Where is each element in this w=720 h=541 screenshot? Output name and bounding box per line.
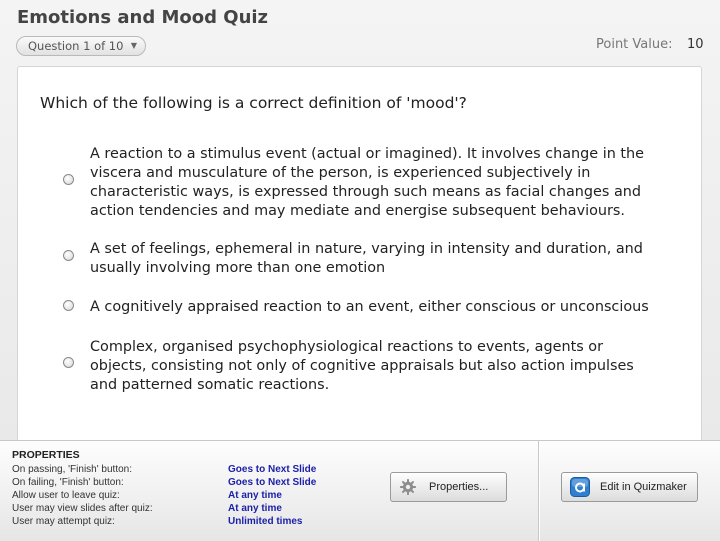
properties-panel: PROPERTIES On passing, 'Finish' button: … <box>0 440 720 541</box>
property-value: At any time <box>228 490 282 501</box>
edit-in-quizmaker-label: Edit in Quizmaker <box>600 481 687 493</box>
radio-button-3[interactable] <box>63 300 74 311</box>
chevron-down-icon: ▼ <box>130 41 137 50</box>
answer-choice-text: A cognitively appraised reaction to an e… <box>90 299 649 315</box>
property-value: At any time <box>228 503 282 514</box>
point-value-label: Point Value: <box>596 37 673 52</box>
answer-choice-text: Complex, organised psychophysiological r… <box>90 339 634 393</box>
point-value: 10 <box>687 37 704 52</box>
answer-choice-text: A reaction to a stimulus event (actual o… <box>90 146 645 219</box>
question-selector-label: Question 1 of 10 <box>28 39 124 53</box>
radio-button-4[interactable] <box>63 357 74 368</box>
question-selector-dropdown[interactable]: Question 1 of 10 ▼ <box>16 36 146 56</box>
property-label: User may attempt quiz: <box>12 516 115 527</box>
edit-in-quizmaker-button[interactable]: Edit in Quizmaker <box>561 472 698 502</box>
gear-icon <box>400 479 416 495</box>
radio-button-1[interactable] <box>63 174 74 185</box>
quizmaker-logo-icon <box>570 477 590 497</box>
property-label: Allow user to leave quiz: <box>12 490 120 501</box>
properties-title: PROPERTIES <box>12 449 80 461</box>
question-text: Which of the following is a correct defi… <box>40 94 467 112</box>
panel-divider <box>538 441 539 541</box>
property-value: Goes to Next Slide <box>228 464 317 475</box>
property-label: On failing, 'Finish' button: <box>12 477 124 488</box>
quiz-title: Emotions and Mood Quiz <box>17 7 269 28</box>
properties-button[interactable]: Properties... <box>390 472 507 502</box>
property-label: User may view slides after quiz: <box>12 503 153 514</box>
property-label: On passing, 'Finish' button: <box>12 464 132 475</box>
properties-button-label: Properties... <box>429 481 489 493</box>
answer-choice-text: A set of feelings, ephemeral in nature, … <box>90 241 643 276</box>
property-value: Unlimited times <box>228 516 303 527</box>
radio-button-2[interactable] <box>63 250 74 261</box>
property-value: Goes to Next Slide <box>228 477 317 488</box>
